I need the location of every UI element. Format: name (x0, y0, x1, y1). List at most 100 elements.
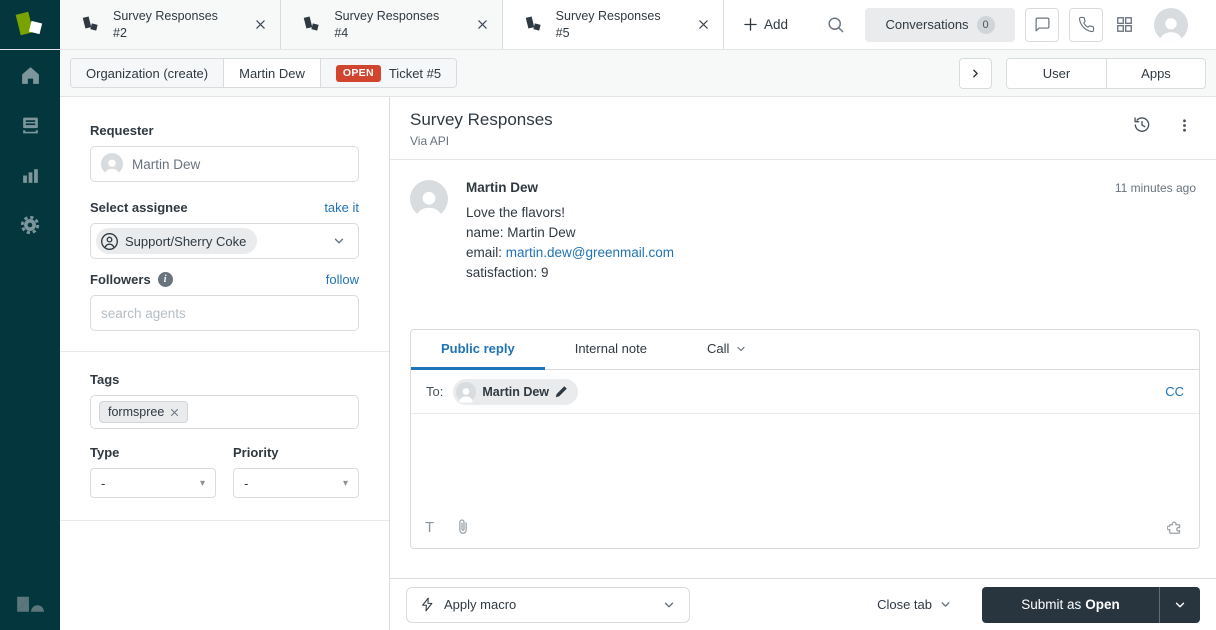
close-tab-icon[interactable] (255, 19, 266, 30)
type-select[interactable]: - ▾ (90, 468, 216, 498)
macro-bolt-icon (420, 597, 435, 612)
tab-call[interactable]: Call (677, 330, 777, 370)
more-options-icon[interactable] (1177, 118, 1192, 133)
status-badge: OPEN (336, 65, 381, 82)
conversations-label: Conversations (885, 17, 968, 32)
chat-icon[interactable] (1025, 8, 1059, 42)
requester-label: Martin Dew (239, 66, 305, 81)
search-icon[interactable] (826, 15, 845, 34)
submit-options-caret[interactable] (1159, 587, 1200, 623)
breadcrumb-requester[interactable]: Martin Dew (223, 59, 320, 87)
follow-link[interactable]: follow (326, 272, 359, 287)
remove-tag-icon[interactable] (170, 408, 179, 417)
zendesk-app: Survey Responses#2 Survey Responses#4 Su… (0, 0, 1216, 630)
edit-recipient-icon[interactable] (555, 385, 568, 398)
close-tab-label: Close tab (877, 597, 932, 612)
ticket-tab-2[interactable]: Survey Responses#2 (60, 0, 281, 49)
submit-as-open-button[interactable]: Submit asOpen (982, 587, 1159, 623)
cc-button[interactable]: CC (1165, 384, 1184, 399)
apps-grid-icon[interactable] (1115, 15, 1134, 34)
assignee-pill: Support/Sherry Coke (96, 228, 257, 254)
priority-value: - (244, 476, 248, 491)
dropdown-arrow-icon: ▾ (200, 478, 205, 489)
recipient-row: To: Martin Dew CC (411, 370, 1199, 414)
message-avatar (410, 180, 448, 218)
conversations-count-badge: 0 (977, 16, 995, 34)
ticket-tab-icon (525, 16, 542, 33)
tab-user[interactable]: User (1007, 59, 1106, 88)
breadcrumb-organization[interactable]: Organization (create) (71, 59, 223, 87)
chevron-down-icon (662, 598, 676, 612)
reply-textarea[interactable] (411, 414, 1199, 506)
context-panel-switch: User Apps (1006, 58, 1206, 89)
recipient-pill[interactable]: Martin Dew (453, 379, 578, 405)
attachment-icon[interactable] (454, 518, 472, 536)
close-tab-icon[interactable] (477, 19, 488, 30)
phone-icon[interactable] (1069, 8, 1103, 42)
tab-apps[interactable]: Apps (1106, 59, 1205, 88)
requester-value: Martin Dew (132, 157, 200, 172)
ticket-tab-4[interactable]: Survey Responses#4 (281, 0, 502, 49)
chevron-down-icon (735, 343, 747, 355)
take-it-link[interactable]: take it (324, 200, 359, 215)
info-icon[interactable]: i (158, 272, 173, 287)
section-divider (60, 520, 389, 521)
shortcuts-puzzle-icon[interactable] (1167, 518, 1185, 536)
ticket-tab-label: Survey Responses#4 (334, 8, 439, 41)
history-icon[interactable] (1133, 116, 1151, 134)
conversation-header: Survey Responses Via API (390, 97, 1216, 160)
requester-avatar (101, 153, 123, 175)
breadcrumb: Organization (create) Martin Dew OPEN Ti… (70, 58, 457, 88)
top-bar: Survey Responses#2 Survey Responses#4 Su… (0, 0, 1216, 50)
zendesk-mark-icon[interactable] (15, 589, 45, 618)
add-label: Add (764, 17, 788, 32)
conversation-channel: Via API (410, 134, 553, 148)
close-tab-icon[interactable] (698, 19, 709, 30)
tag-chip: formspree (99, 401, 188, 423)
dropdown-arrow-icon: ▾ (343, 478, 348, 489)
recipient-avatar (456, 382, 476, 402)
requester-field-label: Requester (90, 123, 154, 138)
conversations-button[interactable]: Conversations 0 (865, 8, 1015, 42)
priority-select[interactable]: - ▾ (233, 468, 359, 498)
followers-field[interactable] (90, 295, 359, 331)
message-timestamp: 11 minutes ago (1115, 181, 1200, 195)
ticket-tab-icon (303, 16, 320, 33)
ticket-tab-icon (82, 16, 99, 33)
close-tab-select[interactable]: Close tab (877, 597, 952, 612)
conversation-body: Martin Dew 11 minutes ago Love the flavo… (390, 160, 1216, 578)
followers-field-label: Followers i (90, 272, 173, 287)
section-divider (60, 351, 389, 352)
email-link[interactable]: martin.dew@greenmail.com (506, 245, 674, 260)
message-author: Martin Dew (466, 180, 538, 195)
followers-search-input[interactable] (101, 306, 348, 321)
tags-field[interactable]: formspree (90, 395, 359, 429)
tab-internal-note[interactable]: Internal note (545, 330, 677, 370)
tab-public-reply[interactable]: Public reply (411, 330, 545, 370)
home-icon[interactable] (0, 63, 60, 87)
user-avatar[interactable] (1154, 8, 1188, 42)
ticket-tab-label: Survey Responses#2 (113, 8, 218, 41)
zendesk-product-logo[interactable] (0, 0, 60, 49)
composer-toolbar: T (411, 506, 1199, 548)
type-field-label: Type (90, 445, 119, 460)
reports-icon[interactable] (0, 163, 60, 187)
apply-macro-label: Apply macro (444, 597, 516, 612)
assignee-field-label: Select assignee (90, 200, 188, 215)
message-text: Love the flavors! name: Martin Dew email… (466, 203, 1200, 283)
admin-gear-icon[interactable] (0, 213, 60, 237)
breadcrumb-ticket[interactable]: OPEN Ticket #5 (320, 59, 456, 87)
assignee-select[interactable]: Support/Sherry Coke (90, 223, 359, 259)
requester-field[interactable]: Martin Dew (90, 146, 359, 182)
assignee-value: Support/Sherry Coke (125, 234, 246, 249)
message: Martin Dew 11 minutes ago Love the flavo… (410, 180, 1200, 283)
ticket-footer: Apply macro Close tab Submit asOpen (390, 578, 1216, 630)
text-format-icon[interactable]: T (425, 519, 434, 536)
plus-icon (744, 18, 757, 31)
ticket-tab-5-active[interactable]: Survey Responses#5 (503, 0, 724, 49)
views-icon[interactable] (0, 113, 60, 137)
add-button[interactable]: Add (744, 17, 788, 32)
collapse-panel-button[interactable] (959, 58, 992, 89)
chevron-down-icon (1173, 598, 1187, 612)
apply-macro-select[interactable]: Apply macro (406, 587, 690, 623)
